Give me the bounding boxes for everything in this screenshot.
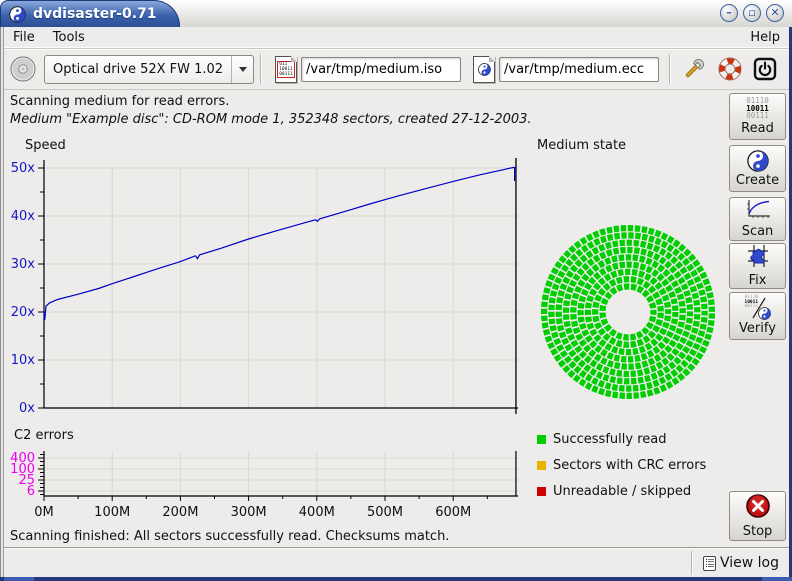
scan-result-status: Scanning finished: All sectors successfu… — [10, 529, 449, 544]
green-square-icon — [537, 435, 546, 444]
read-binary-icon: 01110 10011 00111 — [746, 97, 769, 120]
menubar: File Tools Help — [4, 27, 789, 48]
svg-text:200M: 200M — [162, 505, 198, 520]
legend-label: Sectors with CRC errors — [553, 458, 706, 473]
app-yinyang-icon — [9, 6, 26, 23]
verify-button-label: Verify — [739, 321, 776, 336]
medium-info-line: Medium "Example disc": CD-ROM mode 1, 35… — [10, 111, 532, 129]
svg-text:6: 6 — [27, 484, 35, 499]
drive-selector[interactable]: Optical drive 52X FW 1.02 — [44, 55, 254, 84]
window-border-bottom[interactable] — [0, 577, 792, 581]
legend-item: Unreadable / skipped — [537, 478, 706, 504]
verify-yinyang-icon — [758, 307, 771, 320]
legend-item: Successfully read — [537, 426, 706, 452]
iso-file-icon: 011 10011 00111 — [275, 56, 297, 83]
titlebar: dvdisaster-0.71 – ▫ ✕ — [0, 0, 792, 27]
menu-file[interactable]: File — [4, 28, 44, 47]
minimize-button[interactable]: – — [720, 4, 738, 22]
toolbar-separator — [260, 54, 261, 84]
medium-state-title: Medium state — [537, 138, 626, 153]
toolbar: Optical drive 52X FW 1.02 011 10011 0011… — [4, 49, 789, 89]
medium-state-disc — [538, 222, 718, 402]
window-title: dvdisaster-0.71 — [33, 6, 157, 22]
view-log-button[interactable]: View log — [699, 550, 783, 576]
statusbar-separator — [691, 551, 692, 575]
status-line-1: Scanning medium for read errors. — [10, 93, 532, 111]
svg-text:400M: 400M — [299, 505, 335, 520]
close-button[interactable]: ✕ — [766, 4, 784, 22]
ecc-yinyang-icon — [478, 63, 491, 76]
create-yinyang-icon — [747, 150, 769, 172]
create-button[interactable]: Create — [729, 145, 786, 192]
view-log-label: View log — [720, 555, 779, 571]
maximize-button[interactable]: ▫ — [743, 4, 761, 22]
red-square-icon — [537, 487, 546, 496]
preferences-wrench-icon[interactable] — [681, 56, 707, 82]
resize-grip-left[interactable] — [4, 577, 34, 581]
legend-label: Successfully read — [553, 432, 666, 447]
ecc-path-input[interactable] — [499, 57, 659, 82]
yellow-square-icon — [537, 461, 546, 470]
menu-help[interactable]: Help — [741, 28, 789, 47]
svg-text:20x: 20x — [11, 305, 36, 320]
window-border-left — [0, 27, 4, 577]
fix-button[interactable]: Fix — [729, 243, 786, 289]
create-button-label: Create — [736, 173, 779, 188]
fix-button-label: Fix — [749, 273, 767, 288]
medium-state-legend: Successfully read Sectors with CRC error… — [537, 426, 706, 504]
speed-chart: 0x 10x 20x 30x 40x 50x — [8, 154, 528, 424]
drive-selector-value: Optical drive 52X FW 1.02 — [45, 62, 231, 77]
toolbar-separator — [669, 54, 670, 84]
app-window: dvdisaster-0.71 – ▫ ✕ File Tools Help Op… — [0, 0, 792, 581]
verify-compare-icon: 01110 10011 00111 — [745, 296, 771, 320]
read-button-label: Read — [741, 121, 774, 136]
statusbar: View log — [4, 547, 789, 577]
quit-power-icon[interactable] — [753, 57, 777, 81]
status-header: Scanning medium for read errors. Medium … — [10, 93, 532, 129]
svg-text:0M: 0M — [34, 505, 54, 520]
stop-button-label: Stop — [743, 524, 773, 539]
log-icon — [703, 556, 716, 571]
svg-text:0x: 0x — [19, 401, 35, 416]
chevron-down-icon[interactable] — [231, 56, 253, 83]
scan-button[interactable]: Scan — [729, 197, 786, 241]
menu-tools[interactable]: Tools — [44, 28, 94, 47]
legend-item: Sectors with CRC errors — [537, 452, 706, 478]
c2-errors-chart: 4001002560M100M200M300M400M500M600M — [8, 446, 528, 528]
stop-button[interactable]: Stop — [729, 491, 786, 541]
svg-text:300M: 300M — [231, 505, 267, 520]
read-button[interactable]: 01110 10011 00111 Read — [729, 93, 786, 140]
svg-text:50x: 50x — [11, 161, 36, 176]
svg-text:500M: 500M — [367, 505, 403, 520]
verify-button[interactable]: 01110 10011 00111 Verify — [729, 292, 786, 340]
c2-errors-title: C2 errors — [14, 428, 74, 443]
scan-button-label: Scan — [742, 224, 774, 239]
speed-chart-title: Speed — [25, 138, 66, 153]
svg-text:10x: 10x — [11, 353, 36, 368]
svg-text:40x: 40x — [11, 209, 36, 224]
help-lifebuoy-icon[interactable] — [717, 56, 743, 82]
iso-icon-binary: 00111 — [279, 72, 293, 77]
svg-text:100M: 100M — [94, 505, 130, 520]
ecc-file-icon — [473, 56, 495, 83]
svg-text:600M: 600M — [435, 505, 471, 520]
stop-icon — [745, 493, 771, 523]
resize-grip-right[interactable] — [762, 577, 792, 581]
cd-drive-icon — [9, 55, 37, 83]
fix-puzzle-icon — [745, 244, 771, 272]
scan-chart-icon — [745, 199, 771, 223]
iso-icon-binary: 10011 — [279, 67, 293, 72]
svg-text:30x: 30x — [11, 257, 36, 272]
title-tab[interactable]: dvdisaster-0.71 — [0, 0, 180, 27]
legend-label: Unreadable / skipped — [553, 484, 691, 499]
iso-path-input[interactable] — [301, 57, 461, 82]
